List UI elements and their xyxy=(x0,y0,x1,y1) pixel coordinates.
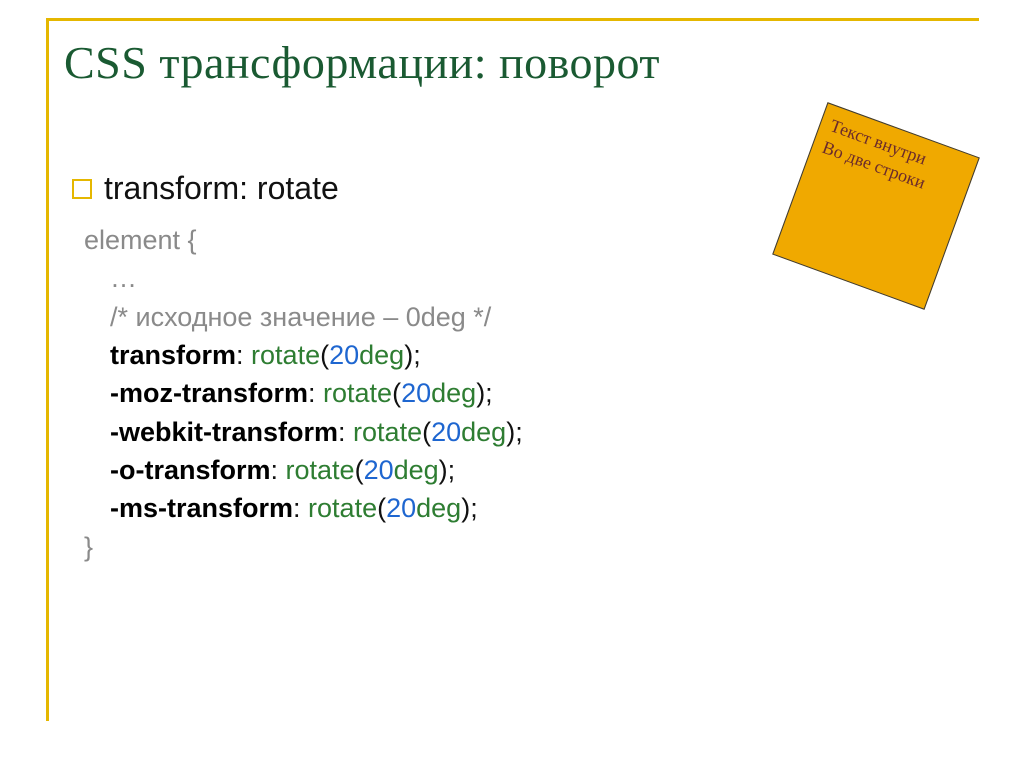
css-prop: -o-transform xyxy=(110,455,271,485)
css-prop: -ms-transform xyxy=(110,493,293,523)
css-prop: transform xyxy=(110,340,236,370)
slide: CSS трансформации: поворот Текст внутри … xyxy=(0,0,1024,768)
code-block: element { … /* исходное значение – 0deg … xyxy=(84,221,772,566)
code-comment: /* исходное значение – 0deg */ xyxy=(84,298,772,336)
css-num: 20 xyxy=(401,378,431,408)
code-rule: transform: rotate(20deg); xyxy=(84,336,772,374)
code-rule: -webkit-transform: rotate(20deg); xyxy=(84,413,772,451)
css-fn: rotate xyxy=(353,417,422,447)
code-close: } xyxy=(84,528,772,566)
bullet-item: transform: rotate xyxy=(72,170,772,207)
slide-body: transform: rotate element { … /* исходно… xyxy=(72,170,772,566)
css-prop: -webkit-transform xyxy=(110,417,338,447)
css-fn: rotate xyxy=(323,378,392,408)
css-num: 20 xyxy=(329,340,359,370)
bullet-text: transform: rotate xyxy=(104,170,339,207)
css-unit: deg xyxy=(359,340,404,370)
css-num: 20 xyxy=(386,493,416,523)
code-rule: -o-transform: rotate(20deg); xyxy=(84,451,772,489)
code-ellipsis: … xyxy=(84,259,772,297)
css-unit: deg xyxy=(461,417,506,447)
code-rule: -moz-transform: rotate(20deg); xyxy=(84,374,772,412)
css-fn: rotate xyxy=(308,493,377,523)
slide-title: CSS трансформации: поворот xyxy=(64,36,660,89)
css-fn: rotate xyxy=(286,455,355,485)
css-num: 20 xyxy=(364,455,394,485)
css-unit: deg xyxy=(394,455,439,485)
code-selector: element { xyxy=(84,221,772,259)
css-unit: deg xyxy=(416,493,461,523)
sticky-note: Текст внутри Во две строки xyxy=(772,102,980,310)
css-num: 20 xyxy=(431,417,461,447)
css-fn: rotate xyxy=(251,340,320,370)
css-prop: -moz-transform xyxy=(110,378,308,408)
square-bullet-icon xyxy=(72,179,92,199)
css-unit: deg xyxy=(431,378,476,408)
code-rule: -ms-transform: rotate(20deg); xyxy=(84,489,772,527)
